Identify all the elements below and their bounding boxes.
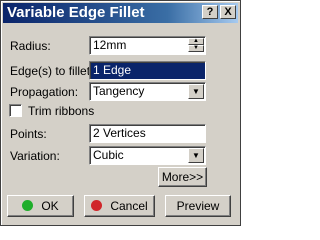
edges-value: 1 Edge <box>93 63 132 77</box>
trim-ribbons-checkbox[interactable] <box>9 104 22 117</box>
variable-edge-fillet-dialog: Variable Edge Fillet ? X Radius: 12mm ▲ … <box>0 0 241 226</box>
spin-down-icon[interactable]: ▼ <box>188 45 204 52</box>
radius-spinner[interactable]: ▲ ▼ <box>188 38 204 53</box>
ok-button[interactable]: OK <box>7 195 74 217</box>
title-bar[interactable]: Variable Edge Fillet ? X <box>3 3 238 23</box>
points-value: 2 Vertices <box>93 126 146 140</box>
more-button[interactable]: More>> <box>158 167 207 187</box>
propagation-value: Tangency <box>93 84 145 98</box>
radius-value: 12mm <box>93 38 127 52</box>
variation-select[interactable]: Cubic ▼ <box>89 146 206 165</box>
ok-indicator-icon <box>22 200 34 211</box>
edges-label: Edge(s) to fillet: <box>10 64 94 78</box>
cancel-label: Cancel <box>110 199 148 213</box>
trim-ribbons-label: Trim ribbons <box>28 104 95 118</box>
spin-up-icon[interactable]: ▲ <box>188 38 204 45</box>
cancel-button[interactable]: Cancel <box>84 195 155 217</box>
radius-label: Radius: <box>10 39 51 53</box>
edges-to-fillet-field[interactable]: 1 Edge <box>89 61 206 80</box>
ok-label: OK <box>41 199 59 213</box>
propagation-label: Propagation: <box>10 85 79 99</box>
chevron-down-icon[interactable]: ▼ <box>188 148 204 163</box>
points-label: Points: <box>10 127 47 141</box>
variation-label: Variation: <box>10 149 60 163</box>
help-button[interactable]: ? <box>202 5 218 19</box>
preview-button[interactable]: Preview <box>165 195 231 217</box>
cancel-indicator-icon <box>91 200 103 211</box>
points-field[interactable]: 2 Vertices <box>89 124 206 143</box>
chevron-down-icon[interactable]: ▼ <box>188 84 204 99</box>
radius-input[interactable]: 12mm ▲ ▼ <box>89 36 206 55</box>
dialog-title: Variable Edge Fillet <box>7 4 145 21</box>
variation-value: Cubic <box>93 148 124 162</box>
propagation-select[interactable]: Tangency ▼ <box>89 82 206 101</box>
close-button[interactable]: X <box>220 5 236 19</box>
